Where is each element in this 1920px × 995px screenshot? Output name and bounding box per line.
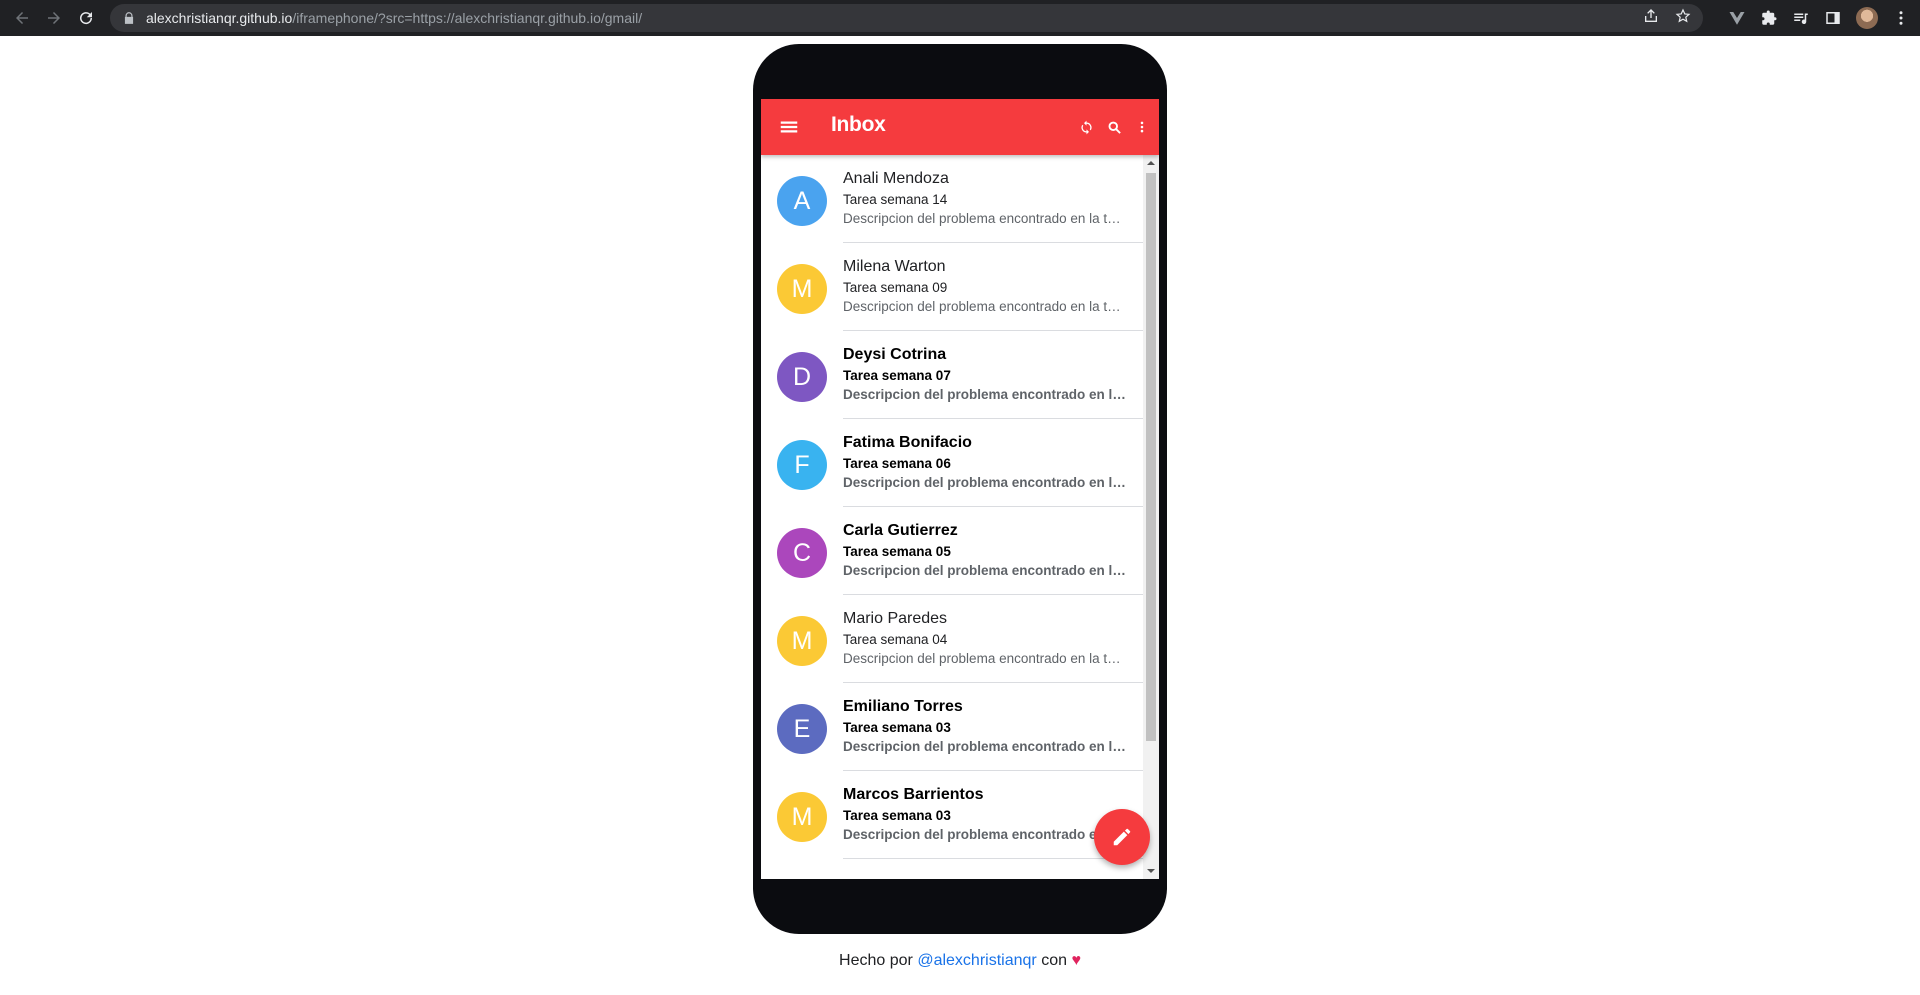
sender-name: Carla Gutierrez bbox=[843, 522, 958, 539]
row-divider bbox=[843, 858, 1143, 859]
sender-avatar: E bbox=[777, 704, 827, 754]
email-subject: Tarea semana 05 bbox=[843, 544, 951, 559]
email-row[interactable]: M Milena Warton Tarea semana 09 Descripcion… bbox=[761, 243, 1143, 331]
phone-frame: Inbox A Anali Mendoza Tarea semana 14 Descr… bbox=[753, 44, 1167, 934]
email-snippet: Descripcion del problema encontrado en l… bbox=[843, 211, 1128, 226]
sender-name: Fatima Bonifacio bbox=[843, 434, 972, 451]
url-path: /iframephone/?src=https://alexchristianq… bbox=[292, 10, 643, 26]
email-snippet: Descripcion del problema encontrado en l… bbox=[843, 563, 1128, 578]
email-subject: Tarea semana 06 bbox=[843, 456, 951, 471]
back-button[interactable] bbox=[8, 4, 36, 32]
sender-avatar: D bbox=[777, 352, 827, 402]
sender-avatar: M bbox=[777, 264, 827, 314]
reload-icon bbox=[80, 12, 93, 25]
sync-icon[interactable] bbox=[1077, 115, 1095, 139]
email-row[interactable]: D Deysi Cotrina Tarea semana 07 Descripcion… bbox=[761, 331, 1143, 419]
email-snippet: Descripcion del problema encontrado en l… bbox=[843, 387, 1128, 402]
scrollbar[interactable] bbox=[1143, 155, 1159, 879]
browser-toolbar: alexchristianqr.github.io/iframephone/?s… bbox=[0, 0, 1920, 36]
email-snippet: Descripcion del problema encontrado en l… bbox=[843, 299, 1128, 314]
kebab-menu-icon[interactable] bbox=[1892, 9, 1910, 27]
forward-button[interactable] bbox=[40, 4, 68, 32]
search-icon[interactable] bbox=[1105, 115, 1123, 139]
author-link[interactable]: @alexchristianqr bbox=[917, 952, 1036, 969]
vuejs-devtools-icon[interactable] bbox=[1728, 9, 1746, 27]
sender-avatar: M bbox=[777, 616, 827, 666]
share-icon[interactable] bbox=[1643, 8, 1659, 24]
sender-avatar: C bbox=[777, 528, 827, 578]
sender-avatar: M bbox=[777, 792, 827, 842]
scroll-down-arrow-icon[interactable] bbox=[1147, 867, 1155, 875]
email-snippet: Descripcion del problema encontrado en l… bbox=[843, 739, 1128, 754]
email-row[interactable]: E Emiliano Torres Tarea semana 03 Descripci… bbox=[761, 683, 1143, 771]
email-row[interactable]: M Marcos Barrientos Tarea semana 03 Descrip… bbox=[761, 771, 1143, 859]
email-subject: Tarea semana 14 bbox=[843, 192, 948, 207]
side-panel-icon[interactable] bbox=[1824, 9, 1842, 27]
address-bar[interactable]: alexchristianqr.github.io/iframephone/?s… bbox=[110, 4, 1703, 32]
sender-name: Deysi Cotrina bbox=[843, 346, 947, 363]
email-snippet: Descripcion del problema encontrado en l… bbox=[843, 827, 1128, 842]
email-row[interactable]: C Carla Gutierrez Tarea semana 05 Descripci… bbox=[761, 507, 1143, 595]
sender-avatar: A bbox=[777, 176, 827, 226]
app-bar: Inbox bbox=[761, 99, 1159, 155]
email-snippet: Descripcion del problema encontrado en l… bbox=[843, 475, 1128, 490]
profile-avatar[interactable] bbox=[1856, 7, 1878, 29]
compose-button[interactable] bbox=[1094, 809, 1150, 865]
arrow-right-icon bbox=[48, 12, 60, 24]
lock-icon bbox=[124, 12, 134, 24]
footer-prefix: Hecho por bbox=[839, 952, 913, 969]
phone-screen: Inbox A Anali Mendoza Tarea semana 14 Descr… bbox=[761, 99, 1159, 879]
pencil-icon bbox=[1113, 828, 1131, 846]
app-title: Inbox bbox=[831, 113, 886, 136]
sender-name: Milena Warton bbox=[843, 258, 946, 275]
email-subject: Tarea semana 04 bbox=[843, 632, 948, 647]
heart-icon: ♥ bbox=[1071, 952, 1081, 969]
reload-button[interactable] bbox=[72, 4, 100, 32]
url-host: alexchristianqr.github.io bbox=[146, 10, 293, 26]
email-row[interactable]: M Mario Paredes Tarea semana 04 Descripcion… bbox=[761, 595, 1143, 683]
scroll-up-arrow-icon[interactable] bbox=[1147, 159, 1155, 167]
email-snippet: Descripcion del problema encontrado en l… bbox=[843, 651, 1128, 666]
email-subject: Tarea semana 03 bbox=[843, 808, 951, 823]
sender-name: Emiliano Torres bbox=[843, 698, 963, 715]
sender-name: Marcos Barrientos bbox=[843, 786, 984, 803]
more-vert-icon[interactable] bbox=[1133, 115, 1151, 139]
reading-list-icon[interactable] bbox=[1792, 9, 1810, 27]
footer-suffix: con bbox=[1041, 952, 1067, 969]
sender-avatar: F bbox=[777, 440, 827, 490]
sender-name: Mario Paredes bbox=[843, 610, 948, 627]
email-row[interactable]: A Anali Mendoza Tarea semana 14 Descripcion… bbox=[761, 155, 1143, 243]
bookmark-star-icon[interactable] bbox=[1675, 8, 1691, 24]
email-row[interactable]: F Fatima Bonifacio Tarea semana 06 Descripc… bbox=[761, 419, 1143, 507]
scrollbar-thumb[interactable] bbox=[1146, 173, 1156, 741]
email-subject: Tarea semana 03 bbox=[843, 720, 951, 735]
arrow-left-icon bbox=[16, 12, 28, 24]
email-list[interactable]: A Anali Mendoza Tarea semana 14 Descripcion… bbox=[761, 155, 1143, 879]
sender-name: Anali Mendoza bbox=[843, 170, 949, 187]
email-subject: Tarea semana 09 bbox=[843, 280, 948, 295]
email-subject: Tarea semana 07 bbox=[843, 368, 951, 383]
footer-credit: Hecho por @alexchristianqr con ♥ bbox=[0, 952, 1920, 970]
hamburger-menu-icon[interactable] bbox=[777, 115, 801, 139]
url-text: alexchristianqr.github.io/iframephone/?s… bbox=[146, 10, 642, 26]
extensions-puzzle-icon[interactable] bbox=[1760, 9, 1778, 27]
